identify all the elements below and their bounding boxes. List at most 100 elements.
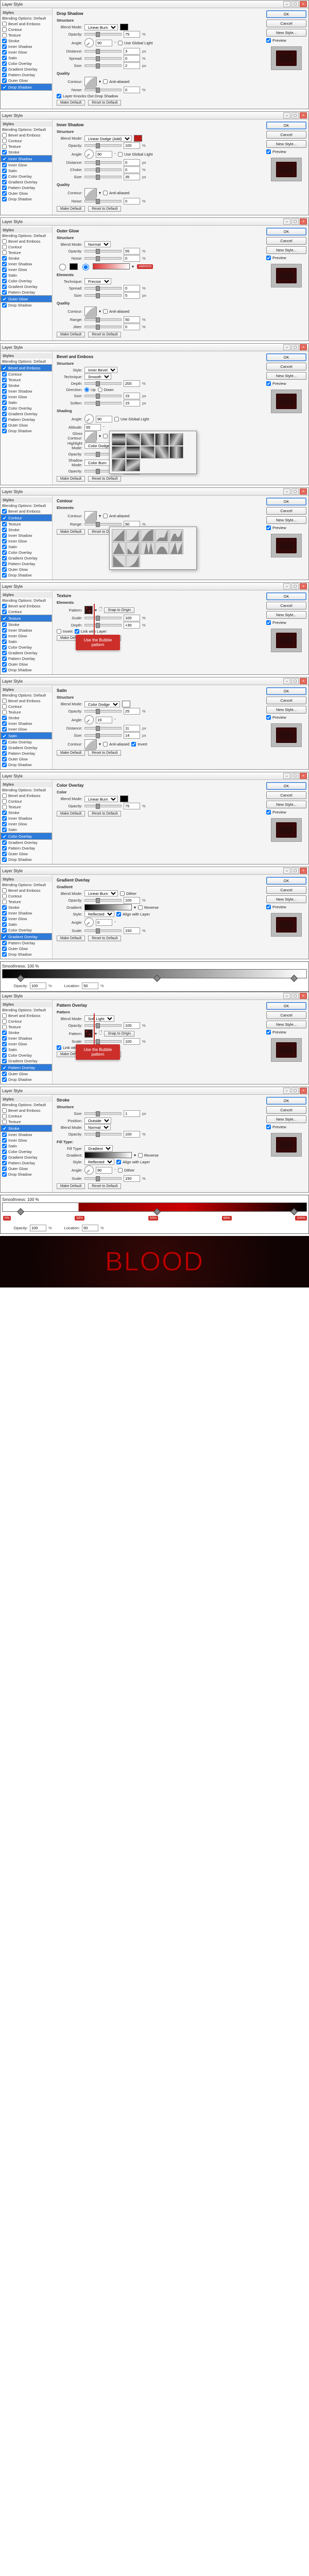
style-toggle[interactable] [2, 168, 7, 173]
param-value[interactable] [124, 1022, 140, 1029]
style-toggle[interactable] [2, 262, 7, 266]
contour-picker[interactable] [84, 307, 97, 316]
angle-dial[interactable] [84, 149, 94, 159]
style-toggle[interactable] [2, 656, 7, 661]
param-slider[interactable] [84, 899, 122, 902]
sidebar-blending-options[interactable]: Blending Options: Default [1, 359, 52, 364]
dropdown-icon[interactable]: ▾ [99, 309, 101, 314]
maximize-icon[interactable]: ▢ [291, 218, 299, 225]
sidebar-item-satin[interactable]: Satin [1, 639, 52, 645]
new-style-button[interactable]: New Style... [266, 140, 306, 148]
contour-preset[interactable] [112, 542, 126, 554]
style-toggle[interactable] [2, 297, 7, 301]
sidebar-item-inner-glow[interactable]: Inner Glow [1, 538, 52, 544]
maximize-icon[interactable]: ▢ [291, 993, 299, 999]
sidebar-item-satin[interactable]: Satin [1, 544, 52, 550]
new-preset-icon[interactable]: 🗋 [99, 606, 102, 614]
snap-origin-button[interactable]: Snap to Origin [104, 607, 134, 613]
close-icon[interactable]: × [300, 218, 307, 225]
style-toggle[interactable] [2, 1077, 7, 1082]
param-value[interactable] [84, 424, 101, 431]
preview-toggle[interactable]: Preview [266, 1030, 306, 1035]
style-toggle[interactable] [2, 157, 7, 161]
gradient-picker[interactable] [93, 263, 130, 269]
param-value[interactable] [124, 166, 140, 173]
sidebar-item-contour[interactable]: Contour [1, 371, 52, 377]
style-toggle[interactable] [2, 822, 7, 826]
style-toggle[interactable] [2, 616, 7, 621]
sidebar-item-gradient-overlay[interactable]: Gradient Overlay [1, 555, 52, 561]
param-slider[interactable] [84, 1177, 122, 1180]
sidebar-item-pattern-overlay[interactable]: Pattern Overlay [1, 290, 52, 295]
param-select[interactable]: Smooth [84, 374, 111, 380]
style-toggle[interactable] [2, 250, 7, 255]
param-checkbox[interactable]: Align with Layer [116, 1160, 150, 1164]
sidebar-item-texture[interactable]: Texture [1, 144, 52, 149]
sidebar-item-contour[interactable]: Contour [1, 138, 52, 144]
location-value[interactable] [82, 1225, 98, 1231]
sidebar-item-gradient-overlay[interactable]: Gradient Overlay [1, 411, 52, 417]
param-slider[interactable] [84, 734, 122, 737]
param-slider[interactable] [84, 144, 122, 147]
sidebar-item-contour[interactable]: Contour [1, 1113, 52, 1119]
param-select[interactable]: Reflected [84, 911, 114, 917]
sidebar-item-gradient-overlay[interactable]: Gradient Overlay [1, 933, 52, 940]
param-slider[interactable] [84, 523, 122, 526]
style-toggle[interactable] [2, 78, 7, 83]
sidebar-item-satin[interactable]: Satin [1, 732, 52, 739]
sidebar-item-color-overlay[interactable]: Color Overlay [1, 278, 52, 284]
style-toggle[interactable] [2, 604, 7, 608]
contour-preset[interactable] [155, 529, 169, 541]
sidebar-item-outer-glow[interactable]: Outer Glow [1, 567, 52, 572]
sidebar-item-color-overlay[interactable]: Color Overlay [1, 1053, 52, 1058]
gloss-preset[interactable] [141, 446, 154, 459]
style-toggle[interactable] [2, 267, 7, 272]
sidebar-item-gradient-overlay[interactable]: Gradient Overlay [1, 179, 52, 185]
param-checkbox[interactable]: Align with Layer [116, 912, 150, 917]
param-value[interactable] [124, 732, 140, 739]
style-toggle[interactable] [2, 67, 7, 72]
antialiased-checkbox[interactable]: Anti-aliased [103, 79, 129, 84]
new-style-button[interactable]: New Style... [266, 516, 306, 524]
style-toggle[interactable] [2, 550, 7, 555]
param-slider[interactable] [84, 624, 122, 626]
sidebar-item-drop-shadow[interactable]: Drop Shadow [1, 667, 52, 673]
style-toggle[interactable] [2, 793, 7, 798]
sidebar-item-satin[interactable]: Satin [1, 827, 52, 833]
param-value[interactable] [124, 803, 140, 809]
style-toggle[interactable] [2, 762, 7, 767]
style-toggle[interactable] [2, 1072, 7, 1076]
style-toggle[interactable] [2, 941, 7, 945]
sidebar-item-inner-shadow[interactable]: Inner Shadow [1, 1132, 52, 1138]
make-default-button[interactable]: Make Default [57, 332, 85, 337]
color-swatch[interactable] [134, 135, 142, 142]
antialiased-checkbox[interactable]: Anti-aliased [103, 742, 129, 747]
param-checkbox[interactable]: Use Global Light [114, 417, 149, 421]
param-select[interactable]: Normal [84, 241, 111, 247]
style-toggle[interactable] [2, 917, 7, 921]
param-checkbox[interactable]: Use Global Light [118, 41, 152, 45]
sidebar-item-color-overlay[interactable]: Color Overlay [1, 1149, 52, 1155]
cancel-button[interactable]: Cancel [266, 602, 306, 609]
style-toggle[interactable] [2, 191, 7, 196]
sidebar-item-inner-glow[interactable]: Inner Glow [1, 267, 52, 273]
sidebar-item-inner-shadow[interactable]: Inner Shadow [1, 910, 52, 916]
style-toggle[interactable] [2, 1132, 7, 1137]
reset-default-button[interactable]: Reset to Default [88, 476, 121, 482]
pattern-picker[interactable] [84, 1029, 93, 1038]
close-icon[interactable]: × [300, 868, 307, 874]
param-value[interactable] [124, 324, 140, 330]
sidebar-item-gradient-overlay[interactable]: Gradient Overlay [1, 66, 52, 72]
param-value[interactable] [124, 62, 140, 69]
style-toggle[interactable] [2, 567, 7, 572]
reset-default-button[interactable]: Reset to Default [88, 811, 121, 817]
close-icon[interactable]: × [300, 993, 307, 999]
angle-dial[interactable] [84, 715, 94, 724]
contour-preset[interactable] [112, 529, 126, 541]
reset-default-button[interactable]: Reset to Default [88, 936, 121, 941]
minimize-icon[interactable]: – [283, 583, 290, 589]
preview-toggle[interactable]: Preview [266, 810, 306, 815]
style-toggle[interactable] [2, 935, 7, 939]
style-toggle[interactable] [2, 1059, 7, 1063]
sidebar-item-pattern-overlay[interactable]: Pattern Overlay [1, 656, 52, 662]
